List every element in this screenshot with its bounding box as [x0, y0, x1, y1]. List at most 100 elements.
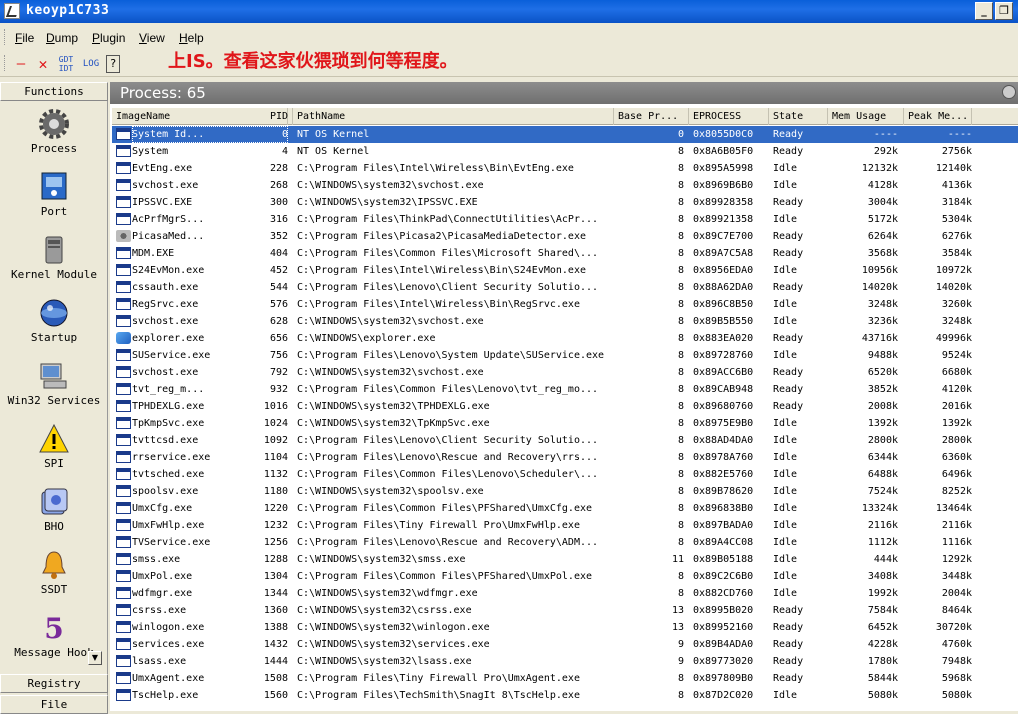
table-row[interactable]: services.exe 1432 C:\WINDOWS\system32\serv… — [112, 636, 1018, 653]
process-icon — [116, 417, 131, 429]
functions-panel: Functions Process Port Kernel Module Sta… — [0, 82, 108, 714]
column-header-pathname[interactable]: PathName — [293, 108, 614, 125]
cell-base-priority: 8 — [677, 401, 684, 412]
cell-pathname: C:\Program Files\Tiny Firewall Pro\UmxAg… — [297, 673, 580, 684]
process-icon — [116, 672, 131, 684]
cell-mem-usage: 3408k — [867, 571, 898, 582]
kill-process-button[interactable]: ✕ — [35, 55, 51, 73]
table-row[interactable]: spoolsv.exe 1180 C:\WINDOWS\system32\spool… — [112, 483, 1018, 500]
table-row[interactable]: S24EvMon.exe 452 C:\Program Files\Intel\Wi… — [112, 262, 1018, 279]
function-startup[interactable]: Startup — [0, 297, 108, 359]
table-row[interactable]: UmxFwHlp.exe 1232 C:\Program Files\Tiny Fi… — [112, 517, 1018, 534]
menu-help[interactable]: Help — [179, 31, 204, 45]
cell-state: Ready — [773, 129, 804, 140]
column-header-base-priority[interactable]: Base Pr... — [614, 108, 689, 125]
cell-state: Idle — [773, 299, 798, 310]
cell-state: Idle — [773, 469, 798, 480]
file-tab[interactable]: File — [0, 695, 108, 714]
menu-dump[interactable]: Dump — [46, 31, 78, 45]
table-row[interactable]: smss.exe 1288 C:\WINDOWS\system32\smss.exe… — [112, 551, 1018, 568]
function-win32-services[interactable]: Win32 Services — [0, 360, 108, 422]
table-row[interactable]: System Id... 0 NT OS Kernel 0 0x8055D0C0 Read… — [112, 126, 1018, 143]
cell-eprocess: 0x89B4ADA0 — [693, 639, 754, 650]
process-icon — [116, 349, 131, 361]
menu-view[interactable]: View — [139, 31, 165, 45]
column-header-eprocess[interactable]: EPROCESS — [689, 108, 769, 125]
table-row[interactable]: MDM.EXE 404 C:\Program Files\Common Files\… — [112, 245, 1018, 262]
cell-base-priority: 0 — [677, 129, 684, 140]
table-row[interactable]: csrss.exe 1360 C:\WINDOWS\system32\csrss.e… — [112, 602, 1018, 619]
chevron-down-icon[interactable]: ▼ — [88, 651, 102, 665]
table-row[interactable]: RegSrvc.exe 576 C:\Program Files\Intel\Wir… — [112, 296, 1018, 313]
table-row[interactable]: svchost.exe 628 C:\WINDOWS\system32\svchos… — [112, 313, 1018, 330]
cell-peak-mem: 2004k — [941, 588, 972, 599]
table-row[interactable]: TVService.exe 1256 C:\Program Files\Lenovo… — [112, 534, 1018, 551]
menu-plugin[interactable]: Plugin — [92, 31, 125, 45]
table-row[interactable]: tvt_reg_m... 932 C:\Program Files\Common F… — [112, 381, 1018, 398]
table-row[interactable]: cssauth.exe 544 C:\Program Files\Lenovo\Cl… — [112, 279, 1018, 296]
column-header-mem-usage[interactable]: Mem Usage — [828, 108, 904, 125]
table-row[interactable]: lsass.exe 1444 C:\WINDOWS\system32\lsass.e… — [112, 653, 1018, 670]
table-row[interactable]: PicasaMed... 352 C:\Program Files\Picasa2\… — [112, 228, 1018, 245]
process-icon — [116, 332, 131, 344]
gdt-idt-button[interactable]: GDT IDT — [58, 55, 74, 73]
cell-mem-usage: 6264k — [867, 231, 898, 242]
cell-eprocess: 0x8956EDA0 — [693, 265, 754, 276]
restore-window-button[interactable]: ❐ — [995, 2, 1013, 20]
cell-mem-usage: 12132k — [861, 163, 898, 174]
table-row[interactable]: explorer.exe 656 C:\WINDOWS\explorer.exe 8 0… — [112, 330, 1018, 347]
table-row[interactable]: tvttcsd.exe 1092 C:\Program Files\Lenovo\C… — [112, 432, 1018, 449]
cell-base-priority: 8 — [677, 214, 684, 225]
cell-peak-mem: 2116k — [941, 520, 972, 531]
table-row[interactable]: svchost.exe 268 C:\WINDOWS\system32\svchos… — [112, 177, 1018, 194]
table-row[interactable]: IPSSVC.EXE 300 C:\WINDOWS\system32\IPSSVC.… — [112, 194, 1018, 211]
minimize-window-button[interactable]: _ — [975, 2, 993, 20]
cell-pid: 1104 — [263, 452, 288, 463]
table-row[interactable]: System 4 NT OS Kernel 8 0x8A6B05F0 Ready 292k 2… — [112, 143, 1018, 160]
table-row[interactable]: TpKmpSvc.exe 1024 C:\WINDOWS\system32\TpKm… — [112, 415, 1018, 432]
functions-header[interactable]: Functions — [0, 82, 108, 101]
function-ssdt[interactable]: SSDT — [0, 549, 108, 611]
cell-peak-mem: 49996k — [935, 333, 972, 344]
table-row[interactable]: TPHDEXLG.exe 1016 C:\WINDOWS\system32\TPHD… — [112, 398, 1018, 415]
cell-pid: 656 — [269, 333, 288, 344]
settings-icon[interactable] — [1002, 85, 1016, 99]
cell-state: Idle — [773, 690, 798, 701]
table-row[interactable]: UmxPol.exe 1304 C:\Program Files\Common Fi… — [112, 568, 1018, 585]
log-button[interactable]: LOG — [81, 55, 101, 73]
svg-text:5: 5 — [44, 612, 63, 644]
table-row[interactable]: UmxCfg.exe 1220 C:\Program Files\Common Fi… — [112, 500, 1018, 517]
cell-peak-mem: 5080k — [941, 690, 972, 701]
hook-icon: 5 — [44, 612, 63, 644]
table-row[interactable]: wdfmgr.exe 1344 C:\WINDOWS\system32\wdfmgr… — [112, 585, 1018, 602]
folder-icon — [41, 488, 68, 515]
table-row[interactable]: EvtEng.exe 228 C:\Program Files\Intel\Wire… — [112, 160, 1018, 177]
column-header-peak-mem[interactable]: Peak Me... — [904, 108, 972, 125]
table-row[interactable]: UmxAgent.exe 1508 C:\Program Files\Tiny Fi… — [112, 670, 1018, 687]
table-row[interactable]: svchost.exe 792 C:\WINDOWS\system32\svchos… — [112, 364, 1018, 381]
menu-file[interactable]: File — [15, 31, 34, 45]
function-spi[interactable]: SPI — [0, 423, 108, 485]
table-row[interactable]: AcPrfMgrS... 316 C:\Program Files\ThinkPad… — [112, 211, 1018, 228]
table-row[interactable]: TscHelp.exe 1560 C:\Program Files\TechSmit… — [112, 687, 1018, 704]
column-header-state[interactable]: State — [769, 108, 828, 125]
process-icon — [116, 638, 131, 650]
cell-pid: 1304 — [263, 571, 288, 582]
function-port[interactable]: Port — [0, 171, 108, 233]
help-button[interactable]: ? — [106, 55, 120, 73]
function-bho[interactable]: BHO — [0, 486, 108, 548]
cell-state: Ready — [773, 401, 804, 412]
table-row[interactable]: tvtsched.exe 1132 C:\Program Files\Common … — [112, 466, 1018, 483]
cell-mem-usage: 5080k — [867, 690, 898, 701]
cell-pathname: C:\WINDOWS\system32\winlogon.exe — [297, 622, 490, 633]
minimize-tool-button[interactable]: — — [13, 55, 29, 73]
cell-state: Ready — [773, 605, 804, 616]
table-row[interactable]: winlogon.exe 1388 C:\WINDOWS\system32\winl… — [112, 619, 1018, 636]
cell-peak-mem: 2800k — [941, 435, 972, 446]
function-process[interactable]: Process — [0, 108, 108, 170]
function-kernel-module[interactable]: Kernel Module — [0, 234, 108, 296]
registry-tab[interactable]: Registry — [0, 674, 108, 693]
table-row[interactable]: rrservice.exe 1104 C:\Program Files\Lenovo… — [112, 449, 1018, 466]
table-row[interactable]: SUService.exe 756 C:\Program Files\Lenovo\… — [112, 347, 1018, 364]
column-header-pid[interactable]: PID — [212, 108, 292, 125]
